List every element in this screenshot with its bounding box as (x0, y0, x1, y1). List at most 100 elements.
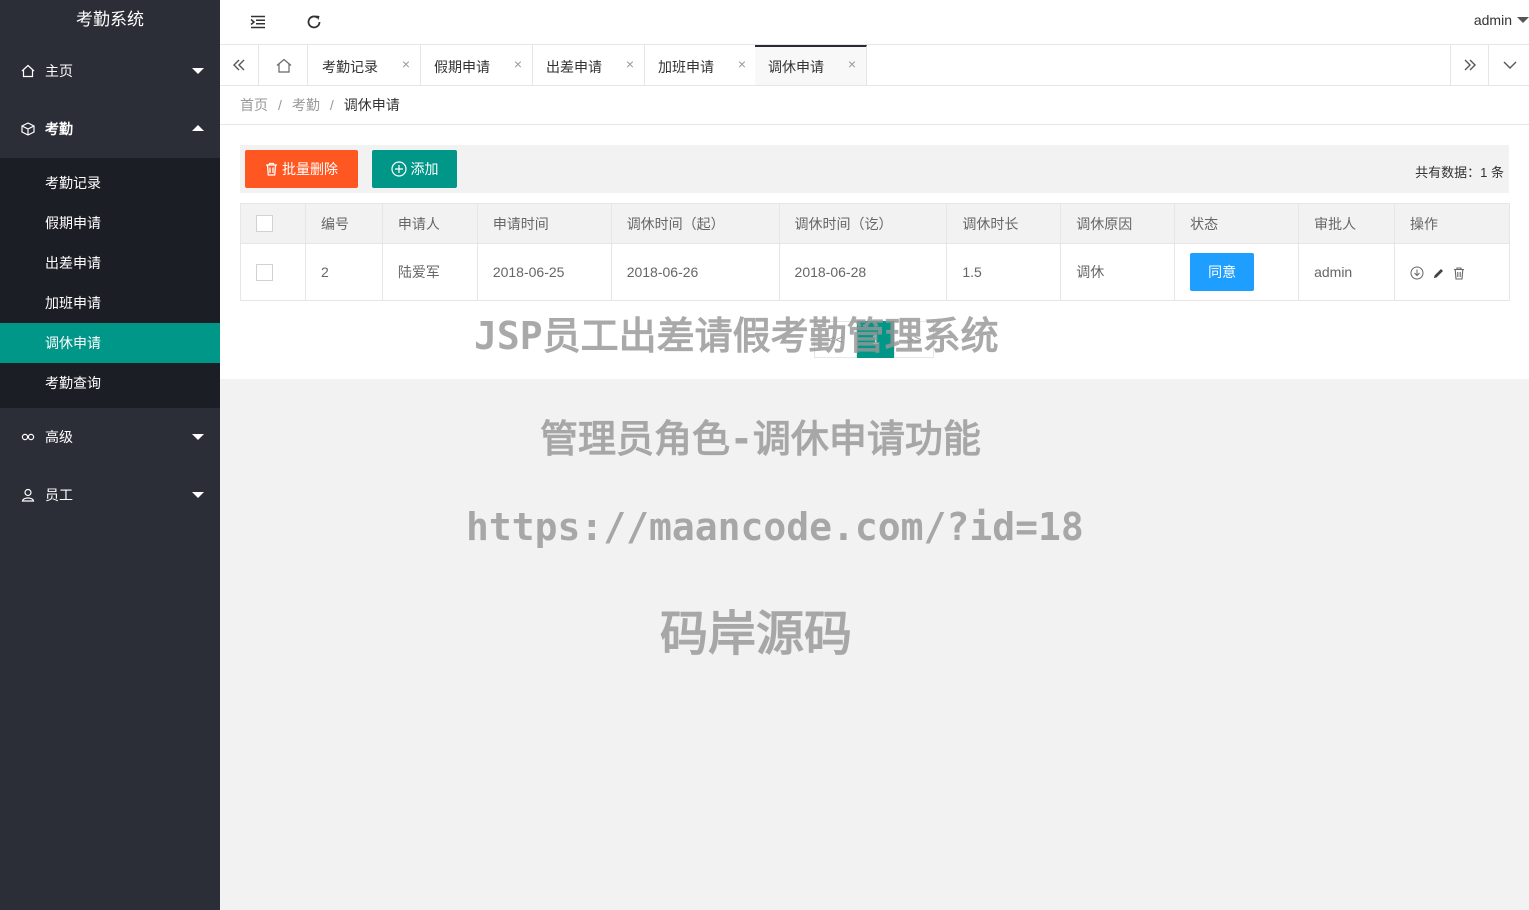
toolbar: 批量删除 添加 共有数据：1 条 (240, 145, 1509, 193)
watermark-brand: 码岸源码 (660, 606, 853, 662)
breadcrumb-separator: / (329, 97, 334, 113)
cell-actions (1394, 243, 1510, 301)
sidebar-item-leave-request[interactable]: 假期申请 (0, 203, 220, 243)
column-header: 状态 (1174, 203, 1300, 244)
column-header: 调休原因 (1060, 203, 1176, 244)
sidebar-group-label: 员工 (45, 487, 73, 503)
select-all-checkbox[interactable] (256, 215, 273, 233)
edit-icon[interactable] (1432, 267, 1445, 280)
column-header: 调休时长 (946, 203, 1062, 244)
add-label: 添加 (410, 161, 439, 177)
tab-home[interactable] (260, 45, 308, 85)
cell-apply-time: 2018-06-25 (476, 243, 612, 301)
sidebar-group-attendance[interactable]: 考勤 (0, 100, 220, 158)
breadcrumb: 首页 / 考勤 / 调休申请 (220, 86, 1529, 125)
batch-delete-label: 批量删除 (282, 161, 338, 177)
breadcrumb-home[interactable]: 首页 (240, 95, 268, 115)
total-count: 共有数据：1 条 (1415, 165, 1504, 180)
cell-duration: 1.5 (946, 243, 1062, 301)
sidebar-group-advanced[interactable]: 高级 (0, 408, 220, 466)
status-approved-button[interactable]: 同意 (1190, 253, 1255, 291)
tab-leave-request[interactable]: 假期申请 × (421, 45, 533, 85)
tab-scroll-right-button[interactable] (1450, 45, 1489, 85)
sidebar-group-label: 高级 (45, 429, 73, 445)
tab-trip-request[interactable]: 出差申请 × (533, 45, 645, 85)
cell-end-time: 2018-06-28 (778, 243, 948, 301)
tab-overtime-request[interactable]: 加班申请 × (645, 45, 757, 85)
sidebar: 考勤系统 主页 考勤 考勤记录 假期申请 出差申请 加班申请 调休申请 考勤查询… (0, 0, 220, 910)
chevron-down-icon (192, 492, 204, 498)
chevron-down-icon (1503, 61, 1516, 69)
tab-scroll-left-button[interactable] (220, 45, 259, 85)
chevron-up-icon (192, 125, 204, 131)
tab-label: 加班申请 (658, 59, 714, 75)
sidebar-group-employee[interactable]: 员工 (0, 466, 220, 524)
cell-id: 2 (304, 243, 383, 301)
tab-label: 出差申请 (546, 59, 602, 75)
indent-icon (250, 15, 265, 29)
sidebar-item-trip-request[interactable]: 出差申请 (0, 243, 220, 283)
close-icon[interactable]: × (626, 56, 634, 72)
sidebar-group-label: 主页 (45, 63, 73, 79)
user-name: admin (1473, 12, 1512, 28)
sidebar-group-home[interactable]: 主页 (0, 42, 220, 100)
cell-approver: admin (1298, 243, 1396, 301)
header-checkbox-cell (240, 203, 306, 244)
sidebar-group-label: 考勤 (45, 121, 73, 137)
plus-circle-icon (390, 161, 407, 177)
row-checkbox-cell (240, 243, 306, 301)
tab-label: 假期申请 (434, 59, 490, 75)
breadcrumb-current: 调休申请 (343, 97, 400, 113)
cell-reason: 调休 (1060, 243, 1176, 301)
table-row: 2 陆爱军 2018-06-25 2018-06-26 2018-06-28 1… (240, 243, 1510, 301)
delete-icon[interactable] (1453, 267, 1465, 280)
cell-status: 同意 (1174, 243, 1300, 301)
double-chevron-right-icon (1464, 59, 1476, 71)
close-icon[interactable]: × (848, 56, 856, 72)
caret-down-icon (1517, 17, 1529, 23)
sidebar-item-overtime-request[interactable]: 加班申请 (0, 283, 220, 323)
tab-label: 考勤记录 (322, 59, 378, 75)
breadcrumb-attendance[interactable]: 考勤 (292, 95, 320, 115)
column-header: 审批人 (1298, 203, 1396, 244)
column-header: 调休时间（讫） (778, 203, 948, 244)
chevron-down-icon (192, 68, 204, 74)
close-icon[interactable]: × (402, 56, 410, 72)
cube-icon (20, 121, 36, 137)
double-chevron-left-icon (233, 59, 245, 71)
add-button[interactable]: 添加 (372, 150, 457, 188)
tab-compensatory-leave[interactable]: 调休申请 × (755, 45, 867, 85)
chevron-down-icon (192, 434, 204, 440)
link-icon (20, 429, 36, 445)
sidebar-item-compensatory-leave[interactable]: 调休申请 (0, 323, 220, 363)
column-header: 编号 (304, 203, 383, 244)
sidebar-submenu-attendance: 考勤记录 假期申请 出差申请 加班申请 调休申请 考勤查询 (0, 158, 220, 408)
refresh-button[interactable] (302, 10, 326, 34)
compensatory-leave-table: 编号 申请人 申请时间 调休时间（起） 调休时间（讫） 调休时长 调休原因 状态… (240, 203, 1510, 301)
menu-collapse-button[interactable] (246, 10, 270, 34)
row-checkbox[interactable] (256, 263, 273, 281)
close-icon[interactable]: × (738, 56, 746, 72)
cell-applicant: 陆爱军 (381, 243, 478, 301)
tab-menu-button[interactable] (1490, 45, 1529, 85)
download-icon[interactable] (1410, 266, 1424, 280)
sidebar-item-attendance-record[interactable]: 考勤记录 (0, 163, 220, 203)
close-icon[interactable]: × (514, 56, 522, 72)
top-header: admin (220, 0, 1529, 44)
cell-start-time: 2018-06-26 (610, 243, 780, 301)
watermark-title: JSP员工出差请假考勤管理系统 (474, 314, 999, 358)
user-menu[interactable]: admin (1474, 12, 1529, 28)
tab-attendance-record[interactable]: 考勤记录 × (309, 45, 421, 85)
refresh-icon (307, 15, 321, 29)
breadcrumb-separator: / (278, 97, 282, 113)
tab-label: 调休申请 (768, 59, 824, 75)
table-header-row: 编号 申请人 申请时间 调休时间（起） 调休时间（讫） 调休时长 调休原因 状态… (240, 203, 1510, 244)
sidebar-item-attendance-query[interactable]: 考勤查询 (0, 363, 220, 403)
batch-delete-button[interactable]: 批量删除 (245, 150, 358, 188)
user-icon (20, 487, 36, 503)
column-header: 调休时间（起） (610, 203, 780, 244)
home-icon (276, 58, 291, 73)
watermark-subtitle: 管理员角色-调休申请功能 (540, 417, 981, 461)
home-icon (20, 63, 36, 79)
app-title: 考勤系统 (76, 10, 144, 29)
